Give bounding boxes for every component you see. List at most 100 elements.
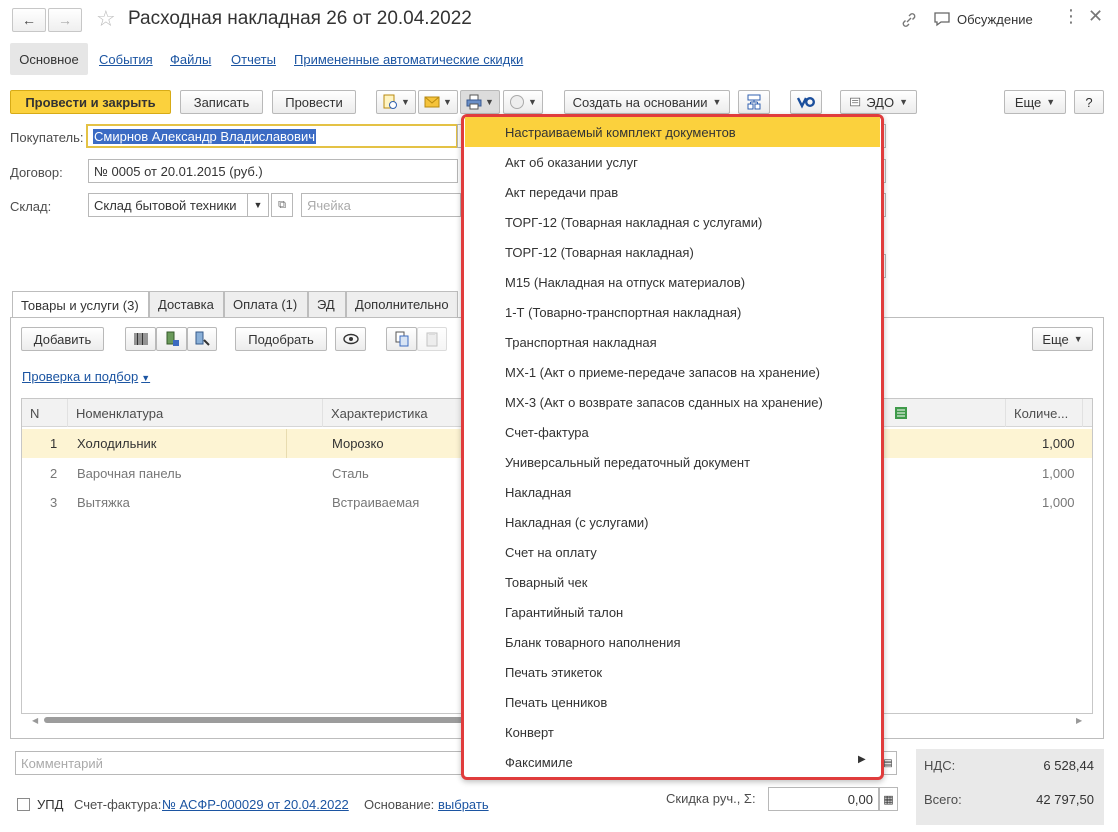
link-icon[interactable]: [900, 11, 918, 29]
menu-item-mx3[interactable]: МХ-3 (Акт о возврате запасов сданных на …: [465, 387, 880, 417]
document-clock-icon: [383, 94, 398, 109]
tab-delivery[interactable]: Доставка: [149, 291, 224, 317]
tab-files[interactable]: Файлы: [170, 52, 211, 67]
send-email-button[interactable]: ▼: [418, 90, 458, 114]
scroll-right-icon[interactable]: ▶: [1076, 716, 1082, 725]
col-n[interactable]: N: [22, 399, 68, 427]
envelope-icon: [424, 96, 440, 108]
help-button[interactable]: ?: [1074, 90, 1104, 114]
menu-item-custom-doc-set[interactable]: Настраиваемый комплект документов: [465, 117, 880, 147]
menu-item-act-services[interactable]: Акт об оказании услуг: [465, 147, 880, 177]
warehouse-open-icon[interactable]: ⧉: [271, 193, 293, 217]
upd-checkbox[interactable]: [17, 798, 30, 811]
marking-icon: [895, 407, 907, 419]
edo-button[interactable]: ЭДО ▼: [840, 90, 917, 114]
menu-item-upd[interactable]: Универсальный передаточный документ: [465, 447, 880, 477]
row-1-n: 1: [50, 436, 58, 451]
tab-reports[interactable]: Отчеты: [231, 52, 276, 67]
menu-item-print-labels[interactable]: Печать этикеток: [465, 657, 880, 687]
menu-item-mx1[interactable]: МХ-1 (Акт о приеме-передаче запасов на х…: [465, 357, 880, 387]
menu-item-envelope[interactable]: Конверт: [465, 717, 880, 747]
comment-field[interactable]: Комментарий: [15, 751, 467, 775]
tab-events[interactable]: События: [99, 52, 153, 67]
col-marking[interactable]: [886, 399, 1006, 427]
back-button[interactable]: ←: [12, 8, 46, 32]
row-2-name: Варочная панель: [77, 466, 182, 481]
menu-item-warranty-card[interactable]: Гарантийный талон: [465, 597, 880, 627]
cell-field[interactable]: Ячейка: [301, 193, 461, 217]
edo-logo-icon: [796, 97, 815, 109]
favorite-star-icon[interactable]: ☆: [96, 6, 116, 32]
row-3-n: 3: [50, 495, 58, 510]
discussion-icon[interactable]: [933, 11, 951, 27]
pick-button[interactable]: Подобрать: [235, 327, 327, 351]
tab-ed[interactable]: ЭД: [308, 291, 346, 317]
menu-item-t1[interactable]: 1-Т (Товарно-транспортная накладная): [465, 297, 880, 327]
scanner-button[interactable]: [156, 327, 187, 351]
create-related-button[interactable]: ▼: [376, 90, 416, 114]
print-button[interactable]: ▼: [460, 90, 500, 114]
structure-icon: [747, 94, 761, 110]
menu-item-m15[interactable]: М15 (Накладная на отпуск материалов): [465, 267, 880, 297]
check-and-pick-link[interactable]: Проверка и подбор ▼: [22, 369, 150, 384]
menu-item-facsimile[interactable]: Факсимиле: [465, 747, 880, 777]
terminal-button[interactable]: [187, 327, 217, 351]
basis-link[interactable]: выбрать: [438, 797, 489, 812]
barcode-button[interactable]: [125, 327, 156, 351]
table-more-button[interactable]: Еще ▼: [1032, 327, 1093, 351]
col-nomenclature[interactable]: Номенклатура: [68, 399, 323, 427]
save-button[interactable]: Записать: [180, 90, 263, 114]
more-button[interactable]: Еще ▼: [1004, 90, 1066, 114]
printer-icon: [466, 94, 482, 110]
warehouse-dropdown[interactable]: ▼: [247, 193, 269, 217]
tab-payment[interactable]: Оплата (1): [224, 291, 308, 317]
tab-goods-services[interactable]: Товары и услуги (3): [12, 291, 149, 318]
buyer-label: Покупатель:: [10, 130, 84, 145]
arrow-right-icon: →: [58, 12, 72, 28]
menu-item-act-rights-transfer[interactable]: Акт передачи прав: [465, 177, 880, 207]
paste-icon: [426, 332, 438, 347]
view-button[interactable]: [335, 327, 366, 351]
menu-item-print-price-tags[interactable]: Печать ценников: [465, 687, 880, 717]
col-quantity[interactable]: Количе...: [1006, 399, 1083, 427]
copy-button[interactable]: [386, 327, 417, 351]
invoice-link[interactable]: № АСФР-000029 от 20.04.2022: [162, 797, 349, 812]
menu-item-sales-receipt[interactable]: Товарный чек: [465, 567, 880, 597]
copy-icon: [395, 331, 408, 347]
post-button[interactable]: Провести: [272, 90, 356, 114]
menu-item-waybill-services[interactable]: Накладная (с услугами): [465, 507, 880, 537]
menu-item-torg12-services[interactable]: ТОРГ-12 (Товарная накладная с услугами): [465, 207, 880, 237]
more-menu-icon[interactable]: ⋮: [1062, 6, 1080, 27]
buyer-field[interactable]: Смирнов Александр Владиславович: [86, 124, 458, 148]
close-icon[interactable]: ✕: [1088, 6, 1103, 27]
horizontal-scrollbar[interactable]: [44, 717, 474, 723]
calculator-icon[interactable]: ▦: [879, 787, 898, 811]
menu-item-payment-invoice[interactable]: Счет на оплату: [465, 537, 880, 567]
tab-additional[interactable]: Дополнительно: [346, 291, 458, 317]
create-based-on-button[interactable]: Создать на основании ▼: [564, 90, 730, 114]
contract-label: Договор:: [10, 165, 63, 180]
one-c-edo-button[interactable]: [790, 90, 822, 114]
post-and-close-button[interactable]: Провести и закрыть: [10, 90, 171, 114]
add-button[interactable]: Добавить: [21, 327, 104, 351]
contract-field[interactable]: № 0005 от 20.01.2015 (руб.): [88, 159, 458, 183]
paste-button[interactable]: [417, 327, 447, 351]
discount-field[interactable]: 0,00: [768, 787, 879, 811]
col-characteristic[interactable]: Характеристика: [323, 399, 463, 427]
discount-label: Скидка руч., Σ:: [666, 791, 756, 806]
scroll-left-icon[interactable]: ◀: [32, 716, 38, 725]
structure-button[interactable]: [738, 90, 770, 114]
menu-item-invoice[interactable]: Счет-фактура: [465, 417, 880, 447]
row-3-name: Вытяжка: [77, 495, 130, 510]
menu-item-transport-waybill[interactable]: Транспортная накладная: [465, 327, 880, 357]
tab-main[interactable]: Основное: [10, 43, 88, 75]
menu-item-torg12[interactable]: ТОРГ-12 (Товарная накладная): [465, 237, 880, 267]
menu-item-waybill[interactable]: Накладная: [465, 477, 880, 507]
forward-button[interactable]: →: [48, 8, 82, 32]
discussion-label[interactable]: Обсуждение: [957, 12, 1033, 27]
tab-auto-discounts[interactable]: Примененные автоматические скидки: [294, 52, 523, 67]
warehouse-field[interactable]: Склад бытовой техники: [88, 193, 269, 217]
menu-item-goods-fill-form[interactable]: Бланк товарного наполнения: [465, 627, 880, 657]
rating-button[interactable]: ▼: [503, 90, 543, 114]
row-2-char: Сталь: [332, 466, 369, 481]
